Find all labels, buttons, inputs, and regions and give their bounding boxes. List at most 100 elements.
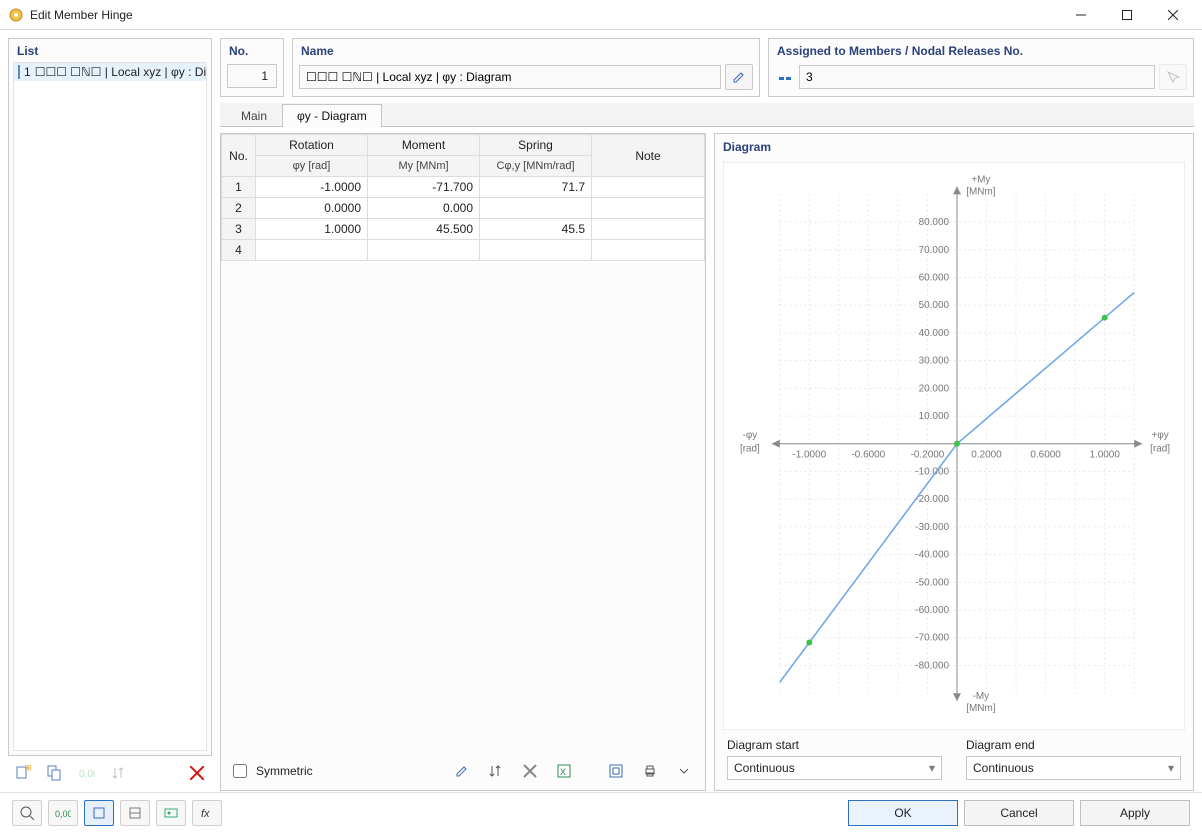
svg-text:fx: fx [201, 808, 210, 820]
table-row[interactable]: 4 [222, 240, 705, 261]
svg-text:-φy: -φy [743, 430, 758, 441]
diagram-start-label: Diagram start [727, 738, 942, 752]
table-cell[interactable]: 0.000 [368, 198, 480, 219]
apply-button[interactable]: Apply [1080, 800, 1190, 826]
col-rotation-sub: φy [rad] [256, 156, 368, 177]
svg-text:-My: -My [973, 691, 990, 702]
name-panel: Name [292, 38, 760, 97]
svg-text:-60.000: -60.000 [915, 605, 949, 616]
table-excel-button[interactable]: X [551, 758, 577, 784]
table-cell[interactable]: -1.0000 [256, 177, 368, 198]
graphics-button[interactable] [156, 800, 186, 826]
table-cell[interactable]: 4 [222, 240, 256, 261]
col-rotation: Rotation [256, 135, 368, 156]
units-button[interactable]: 0,00 [74, 760, 100, 786]
svg-text:-80.000: -80.000 [915, 660, 949, 671]
table-cell[interactable] [592, 219, 705, 240]
sort-button[interactable] [106, 760, 132, 786]
table-delete-row-button[interactable] [517, 758, 543, 784]
table-cell[interactable]: 2 [222, 198, 256, 219]
list-item[interactable]: 1 ☐☐☐ ☐ℕ☐ | Local xyz | φy : Diagram [14, 63, 206, 81]
left-toolbar: 0,00 [8, 756, 212, 788]
assigned-pick-button[interactable] [1159, 64, 1187, 90]
table-cell[interactable] [480, 240, 592, 261]
chevron-down-icon: ▾ [1168, 761, 1174, 775]
symmetric-checkbox[interactable]: Symmetric [229, 761, 313, 781]
svg-text:-70.000: -70.000 [915, 633, 949, 644]
table-row[interactable]: 31.000045.50045.5 [222, 219, 705, 240]
list-panel: List 1 ☐☐☐ ☐ℕ☐ | Local xyz | φy : Diagra… [8, 38, 212, 756]
table-cell[interactable] [592, 240, 705, 261]
table-cell[interactable] [480, 198, 592, 219]
svg-text:1.0000: 1.0000 [1089, 450, 1120, 461]
help-button[interactable] [12, 800, 42, 826]
table-row[interactable]: 1-1.0000-71.70071.7 [222, 177, 705, 198]
table-cell[interactable]: 1.0000 [256, 219, 368, 240]
symmetric-label: Symmetric [256, 764, 313, 778]
copy-item-button[interactable] [42, 760, 68, 786]
table-cell[interactable]: 45.500 [368, 219, 480, 240]
chart-options-dropdown[interactable] [671, 758, 697, 784]
table-edit-button[interactable] [449, 758, 475, 784]
diagram-end-select[interactable]: Continuous ▾ [966, 756, 1181, 780]
window-minimize-button[interactable] [1058, 1, 1104, 29]
table-cell[interactable] [368, 240, 480, 261]
svg-text:20.000: 20.000 [919, 383, 950, 394]
diagram-chart[interactable]: -1.0000-0.6000-0.20000.20000.60001.0000-… [723, 162, 1185, 730]
name-edit-button[interactable] [725, 64, 753, 90]
diagram-start-value: Continuous [734, 761, 795, 775]
table-cell[interactable]: 45.5 [480, 219, 592, 240]
svg-text:0.2000: 0.2000 [971, 450, 1002, 461]
member-icon [779, 72, 793, 82]
app-icon [8, 7, 24, 23]
table-cell[interactable]: 71.7 [480, 177, 592, 198]
assigned-title: Assigned to Members / Nodal Releases No. [769, 39, 1193, 62]
table-cell[interactable]: 3 [222, 219, 256, 240]
window-close-button[interactable] [1150, 1, 1196, 29]
delete-item-button[interactable] [184, 760, 210, 786]
cancel-button[interactable]: Cancel [964, 800, 1074, 826]
table-sort-button[interactable] [483, 758, 509, 784]
diagram-end-label: Diagram end [966, 738, 1181, 752]
diagram-table-pane: No. Rotation Moment Spring Note φy [rad]… [220, 133, 706, 791]
list-panel-title: List [9, 39, 211, 62]
symmetric-checkbox-input[interactable] [233, 764, 247, 778]
svg-text:10.000: 10.000 [919, 411, 950, 422]
diagram-title: Diagram [715, 134, 1193, 158]
chevron-down-icon: ▾ [929, 761, 935, 775]
svg-text:-40.000: -40.000 [915, 550, 949, 561]
window-maximize-button[interactable] [1104, 1, 1150, 29]
titlebar: Edit Member Hinge [0, 0, 1202, 30]
view-mode-2-button[interactable] [120, 800, 150, 826]
chart-print-button[interactable] [637, 758, 663, 784]
table-cell[interactable]: 1 [222, 177, 256, 198]
new-item-button[interactable] [10, 760, 36, 786]
view-mode-1-button[interactable] [84, 800, 114, 826]
svg-text:50.000: 50.000 [919, 300, 950, 311]
tab-main[interactable]: Main [226, 104, 282, 127]
assigned-input[interactable] [799, 65, 1155, 89]
table-cell[interactable] [592, 198, 705, 219]
table-cell[interactable]: 0.0000 [256, 198, 368, 219]
list-content[interactable]: 1 ☐☐☐ ☐ℕ☐ | Local xyz | φy : Diagram [13, 62, 207, 751]
table-cell[interactable] [592, 177, 705, 198]
diagram-table[interactable]: No. Rotation Moment Spring Note φy [rad]… [221, 134, 705, 261]
function-button[interactable]: fx [192, 800, 222, 826]
svg-text:+My: +My [971, 174, 990, 185]
units-settings-button[interactable]: 0,00 [48, 800, 78, 826]
chart-zoom-button[interactable] [603, 758, 629, 784]
table-cell[interactable] [256, 240, 368, 261]
svg-text:[rad]: [rad] [1150, 444, 1170, 455]
col-spring: Spring [480, 135, 592, 156]
name-title: Name [293, 39, 759, 62]
table-cell[interactable]: -71.700 [368, 177, 480, 198]
list-item-number: 1 [24, 65, 31, 79]
no-value[interactable]: 1 [227, 64, 277, 88]
tab-phiy-diagram[interactable]: φy - Diagram [282, 104, 382, 127]
svg-text:-0.2000: -0.2000 [911, 450, 945, 461]
diagram-start-select[interactable]: Continuous ▾ [727, 756, 942, 780]
svg-text:-1.0000: -1.0000 [792, 450, 826, 461]
name-input[interactable] [299, 65, 721, 89]
ok-button[interactable]: OK [848, 800, 958, 826]
table-row[interactable]: 20.00000.000 [222, 198, 705, 219]
